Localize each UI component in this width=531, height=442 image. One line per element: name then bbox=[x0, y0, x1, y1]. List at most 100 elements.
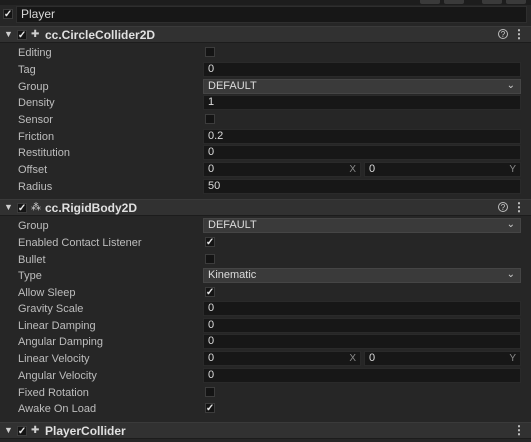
awake-on-load-checkbox[interactable] bbox=[205, 403, 215, 413]
density-input[interactable]: 1 bbox=[203, 95, 521, 110]
prop-label: Angular Velocity bbox=[18, 370, 97, 382]
prop-fixed-rotation: Fixed Rotation bbox=[0, 385, 531, 401]
toolbar-button[interactable] bbox=[444, 0, 464, 4]
player-collider-enabled-checkbox[interactable] bbox=[17, 426, 27, 436]
prop-density: Density 1 bbox=[0, 95, 531, 111]
contact-listener-checkbox[interactable] bbox=[205, 237, 215, 247]
prop-allow-sleep: Allow Sleep bbox=[0, 285, 531, 301]
offset-x-value: 0 bbox=[208, 163, 215, 175]
rigidbody-header[interactable]: ▼ ⁂ cc.RigidBody2D ? ⋮ bbox=[0, 199, 531, 216]
linear-velocity-x-input[interactable]: 0 X bbox=[203, 351, 361, 366]
prop-label: Allow Sleep bbox=[18, 287, 76, 299]
node-enabled-checkbox[interactable] bbox=[3, 9, 13, 19]
prop-angular-damping: Angular Damping 0 bbox=[0, 334, 531, 350]
editing-checkbox[interactable] bbox=[205, 47, 215, 57]
prop-restitution: Restitution 0 bbox=[0, 145, 531, 161]
prop-label: Fixed Rotation bbox=[18, 387, 89, 399]
select-value: DEFAULT bbox=[208, 80, 257, 92]
component-title: cc.CircleCollider2D bbox=[45, 28, 156, 42]
prop-gravity-scale: Gravity Scale 0 bbox=[0, 301, 531, 317]
prop-angular-velocity: Angular Velocity 0 bbox=[0, 368, 531, 384]
allow-sleep-checkbox[interactable] bbox=[205, 287, 215, 297]
prop-label: Offset bbox=[18, 164, 48, 176]
prop-label: Linear Velocity bbox=[18, 353, 90, 365]
linear-velocity-y-input[interactable]: 0 Y bbox=[364, 351, 521, 366]
prop-label: Restitution bbox=[18, 147, 70, 159]
toolbar-button[interactable] bbox=[506, 0, 526, 4]
chevron-down-icon: ⌄ bbox=[506, 80, 515, 91]
circle-collider-enabled-checkbox[interactable] bbox=[17, 30, 27, 40]
prop-tag: Tag 0 bbox=[0, 62, 531, 78]
offset-x-input[interactable]: 0 X bbox=[203, 162, 361, 177]
axis-y-label: Y bbox=[509, 164, 516, 175]
prop-label: Angular Damping bbox=[18, 336, 103, 348]
prop-label: Friction bbox=[18, 131, 55, 143]
prop-label: Gravity Scale bbox=[18, 303, 84, 315]
prop-bullet: Bullet bbox=[0, 252, 531, 268]
prop-label: Bullet bbox=[18, 254, 46, 266]
component-title: PlayerCollider bbox=[45, 424, 126, 438]
angular-velocity-input[interactable]: 0 bbox=[203, 368, 521, 383]
puzzle-icon: ✚ bbox=[31, 425, 40, 436]
radius-input[interactable]: 50 bbox=[203, 179, 521, 194]
prop-label: Awake On Load bbox=[18, 403, 97, 415]
nodes-icon: ⁂ bbox=[31, 202, 41, 213]
prop-awake-on-load: Awake On Load bbox=[0, 401, 531, 417]
rigidbody-enabled-checkbox[interactable] bbox=[17, 203, 27, 213]
linear-damping-input[interactable]: 0 bbox=[203, 318, 521, 333]
puzzle-icon: ✚ bbox=[31, 29, 40, 40]
help-icon[interactable]: ? bbox=[498, 202, 508, 212]
prop-linear-velocity: Linear Velocity 0 X 0 Y bbox=[0, 351, 531, 367]
prop-group: Group DEFAULT ⌄ bbox=[0, 79, 531, 95]
prop-label: Density bbox=[18, 97, 55, 109]
tag-input[interactable]: 0 bbox=[203, 62, 521, 77]
linear-velocity-x-value: 0 bbox=[208, 352, 215, 364]
collapse-chevron-icon[interactable]: ▼ bbox=[4, 202, 13, 212]
offset-y-value: 0 bbox=[369, 163, 376, 175]
prop-contact-listener: Enabled Contact Listener bbox=[0, 235, 531, 251]
fixed-rotation-checkbox[interactable] bbox=[205, 387, 215, 397]
type-select[interactable]: Kinematic ⌄ bbox=[203, 268, 521, 283]
circle-collider-header[interactable]: ▼ ✚ cc.CircleCollider2D ? ⋮ bbox=[0, 26, 531, 43]
select-value: DEFAULT bbox=[208, 219, 257, 231]
prop-friction: Friction 0.2 bbox=[0, 129, 531, 145]
prop-linear-damping: Linear Damping 0 bbox=[0, 318, 531, 334]
offset-y-input[interactable]: 0 Y bbox=[364, 162, 521, 177]
prop-label: Enabled Contact Listener bbox=[18, 237, 142, 249]
more-menu-icon[interactable]: ⋮ bbox=[513, 200, 525, 214]
node-header: Player bbox=[0, 5, 531, 24]
axis-y-label: Y bbox=[509, 353, 516, 364]
group-select[interactable]: DEFAULT ⌄ bbox=[203, 79, 521, 94]
toolbar-button[interactable] bbox=[482, 0, 502, 4]
prop-offset: Offset 0 X 0 Y bbox=[0, 162, 531, 178]
prop-rb-group: Group DEFAULT ⌄ bbox=[0, 218, 531, 234]
player-collider-header[interactable]: ▼ ✚ PlayerCollider ⋮ bbox=[0, 422, 531, 439]
collapse-chevron-icon[interactable]: ▼ bbox=[4, 29, 13, 39]
restitution-input[interactable]: 0 bbox=[203, 145, 521, 160]
bullet-checkbox[interactable] bbox=[205, 254, 215, 264]
component-title: cc.RigidBody2D bbox=[45, 201, 138, 215]
gravity-scale-input[interactable]: 0 bbox=[203, 301, 521, 316]
toolbar-button[interactable] bbox=[420, 0, 440, 4]
help-icon[interactable]: ? bbox=[498, 29, 508, 39]
more-menu-icon[interactable]: ⋮ bbox=[513, 27, 525, 41]
prop-label: Linear Damping bbox=[18, 320, 96, 332]
prop-radius: Radius 50 bbox=[0, 179, 531, 195]
linear-velocity-y-value: 0 bbox=[369, 352, 376, 364]
friction-input[interactable]: 0.2 bbox=[203, 129, 521, 144]
sensor-checkbox[interactable] bbox=[205, 114, 215, 124]
prop-label: Radius bbox=[18, 181, 53, 193]
node-name-input[interactable]: Player bbox=[16, 6, 527, 23]
prop-label: Editing bbox=[18, 47, 52, 59]
select-value: Kinematic bbox=[208, 269, 257, 281]
prop-label: Group bbox=[18, 220, 49, 232]
prop-label: Group bbox=[18, 81, 49, 93]
prop-label: Type bbox=[18, 270, 42, 282]
angular-damping-input[interactable]: 0 bbox=[203, 334, 521, 349]
more-menu-icon[interactable]: ⋮ bbox=[513, 423, 525, 437]
rb-group-select[interactable]: DEFAULT ⌄ bbox=[203, 218, 521, 233]
prop-sensor: Sensor bbox=[0, 112, 531, 128]
chevron-down-icon: ⌄ bbox=[506, 219, 515, 230]
collapse-chevron-icon[interactable]: ▼ bbox=[4, 425, 13, 435]
axis-x-label: X bbox=[349, 164, 356, 175]
